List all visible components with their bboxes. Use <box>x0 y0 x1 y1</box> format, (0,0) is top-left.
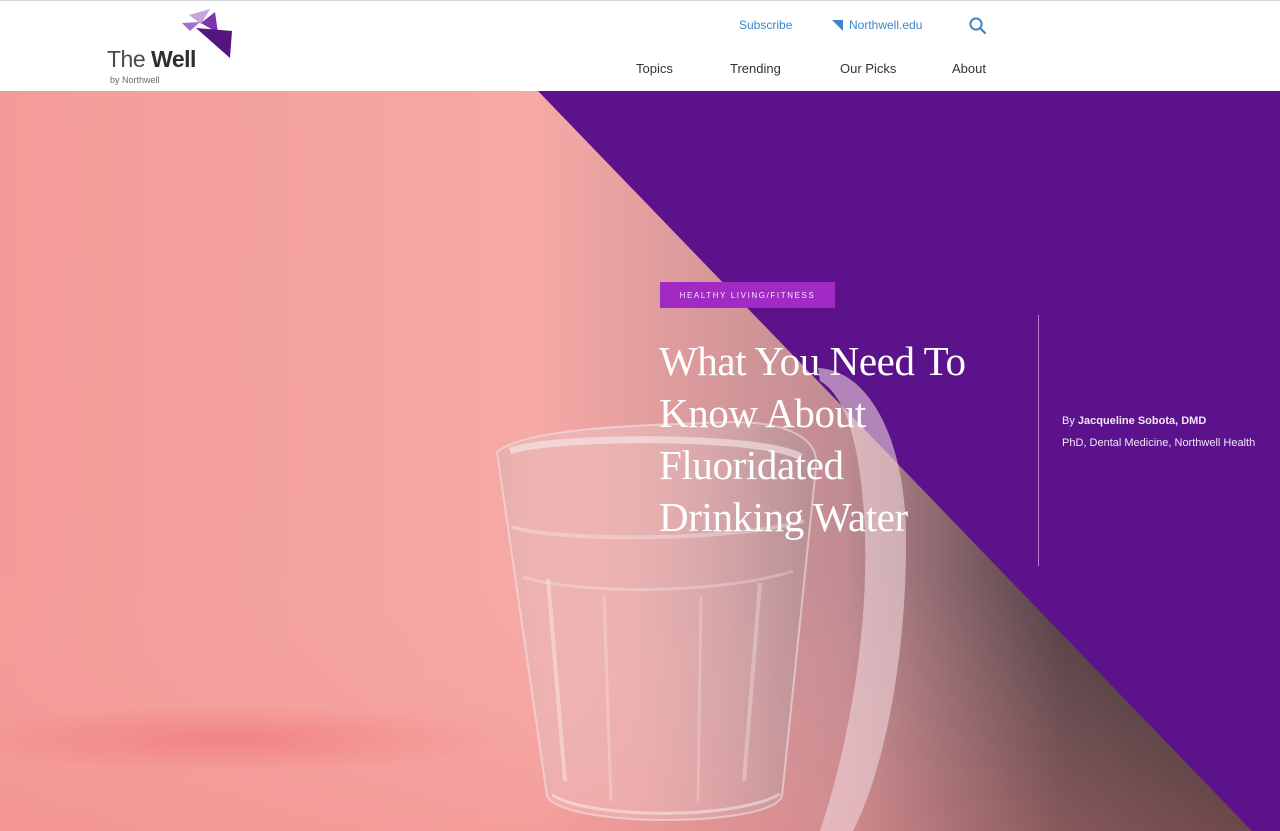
article-hero: HEALTHY LIVING/FITNESS What You Need To … <box>0 91 1280 831</box>
search-button[interactable] <box>968 16 988 36</box>
northwell-arrow-icon <box>832 20 843 31</box>
logo-title: The Well <box>107 46 196 73</box>
logo-title-light: The <box>107 46 146 72</box>
byline-author-line: By Jacqueline Sobota, DMD <box>1062 414 1257 429</box>
subscribe-link[interactable]: Subscribe <box>739 18 792 32</box>
article-headline: What You Need To Know About Fluoridated … <box>659 338 966 540</box>
nav-trending[interactable]: Trending <box>730 61 781 76</box>
byline-credentials: PhD, Dental Medicine, Northwell Health <box>1062 437 1256 449</box>
byline-prefix: By <box>1062 415 1075 427</box>
hero-image <box>0 91 1280 831</box>
site-logo-link[interactable]: The Well by Northwell <box>106 9 246 85</box>
northwell-link-label: Northwell.edu <box>849 18 923 32</box>
page: The Well by Northwell Subscribe Northwel… <box>0 0 1280 831</box>
nav-topics[interactable]: Topics <box>636 61 673 76</box>
logo-title-bold: Well <box>151 46 196 72</box>
article-byline: By Jacqueline Sobota, DMD PhD, Dental Me… <box>1062 414 1257 451</box>
search-icon <box>969 17 987 35</box>
nav-about[interactable]: About <box>952 61 986 76</box>
byline-divider <box>1038 315 1039 566</box>
logo-subtitle: by Northwell <box>110 75 160 85</box>
nav-our-picks[interactable]: Our Picks <box>840 61 896 76</box>
category-badge[interactable]: HEALTHY LIVING/FITNESS <box>660 282 835 308</box>
site-header: The Well by Northwell Subscribe Northwel… <box>0 0 1280 91</box>
northwell-link[interactable]: Northwell.edu <box>831 18 922 32</box>
byline-author: Jacqueline Sobota, DMD <box>1077 415 1207 427</box>
